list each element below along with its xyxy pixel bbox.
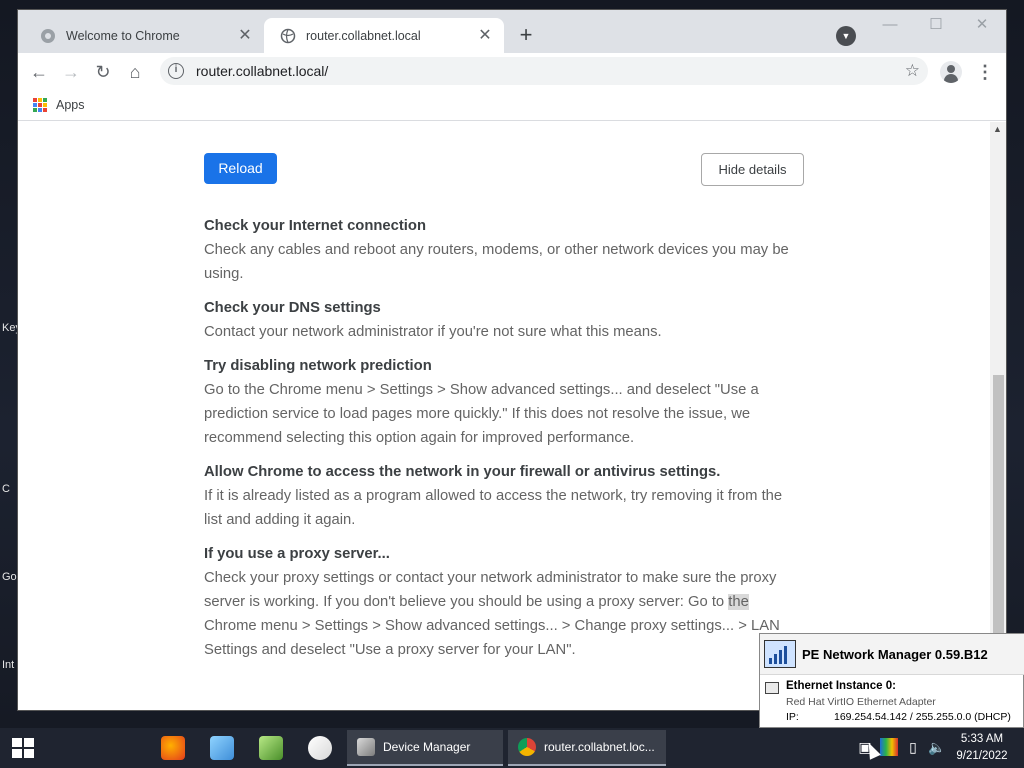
body-text: Check your proxy settings or contact you… — [204, 570, 777, 610]
popup-title: PE Network Manager 0.59.B12 — [802, 646, 988, 662]
device-manager-icon — [357, 738, 375, 756]
selected-text: the — [728, 594, 749, 610]
taskbar-item-device-manager[interactable]: Device Manager — [347, 730, 503, 766]
new-tab-button[interactable]: + — [514, 24, 538, 48]
toolbar: ← → ↻ ⌂ i router.collabnet.local/ ☆ ⋮ — [18, 53, 1006, 89]
suggestion-heading: Check your Internet connection — [204, 218, 426, 234]
bookmarks-bar: Apps — [18, 89, 1006, 121]
close-icon[interactable]: ✕ — [236, 27, 254, 45]
close-icon[interactable]: ✕ — [476, 27, 494, 45]
apps-grid-icon[interactable] — [33, 97, 47, 112]
bookmark-star-icon[interactable]: ☆ — [905, 61, 920, 81]
apps-grid-dot — [43, 102, 47, 107]
suggestion-heading: If you use a proxy server... — [204, 546, 390, 562]
clock-time: 5:33 AM — [960, 733, 1004, 745]
apps-grid-dot — [38, 102, 42, 107]
forward-icon[interactable]: → — [58, 59, 84, 85]
globe-icon — [280, 28, 296, 43]
info-icon[interactable]: i — [168, 63, 184, 79]
apps-grid-dot — [33, 107, 37, 112]
tab-welcome[interactable]: Welcome to Chrome ✕ — [24, 18, 264, 53]
close-window-icon[interactable]: ✕ — [964, 14, 1000, 36]
desktop-icon-label[interactable]: C — [2, 483, 10, 495]
apps-grid-dot — [38, 107, 42, 112]
profile-avatar-icon[interactable] — [940, 61, 962, 83]
notepad-icon[interactable] — [259, 736, 283, 760]
menu-icon[interactable]: ⋮ — [976, 61, 994, 83]
apps-grid-dot — [33, 97, 37, 102]
desktop-icon-label[interactable]: Go — [2, 571, 17, 583]
page-scrollbar[interactable]: ▲ — [990, 122, 1006, 710]
address-bar[interactable]: i router.collabnet.local/ ☆ — [160, 57, 928, 85]
start-button-icon[interactable] — [12, 738, 34, 758]
suggestion: Try disabling network prediction Go to t… — [204, 354, 804, 450]
suggestion-body: Check any cables and reboot any routers,… — [204, 242, 789, 282]
suggestion: Check your DNS settings Contact your net… — [204, 296, 804, 344]
page-content: Reload Hide details Check your Internet … — [18, 122, 990, 710]
network-manager-popup: PE Network Manager 0.59.B12 Ethernet Ins… — [759, 633, 1024, 728]
firefox-icon[interactable] — [161, 736, 185, 760]
back-icon[interactable]: ← — [26, 59, 52, 85]
suggestion-body: Contact your network administrator if yo… — [204, 324, 662, 340]
ip-label: IP: — [786, 711, 799, 723]
usb-tray-icon[interactable]: ▯ — [904, 738, 922, 756]
suggestions-list: Check your Internet connection Check any… — [204, 214, 804, 672]
tab-title: Welcome to Chrome — [66, 28, 180, 43]
tab-search-icon[interactable]: ▼ — [836, 26, 856, 46]
network-manager-icon — [764, 640, 796, 668]
explorer-icon[interactable] — [210, 736, 234, 760]
chrome-window: Welcome to Chrome ✕ router.collabnet.loc… — [18, 10, 1006, 710]
tab-router[interactable]: router.collabnet.local ✕ — [264, 18, 504, 53]
tab-strip: Welcome to Chrome ✕ router.collabnet.loc… — [18, 10, 1006, 53]
suggestion-heading: Check your DNS settings — [204, 300, 381, 316]
apps-bookmark[interactable]: Apps — [56, 98, 85, 112]
suggestion-heading: Allow Chrome to access the network in yo… — [204, 464, 721, 480]
address-text[interactable]: router.collabnet.local/ — [196, 63, 328, 79]
minimize-icon[interactable]: — — [872, 14, 908, 36]
chrome-icon — [518, 738, 536, 756]
paint-icon[interactable] — [308, 736, 332, 760]
suggestion: Check your Internet connection Check any… — [204, 214, 804, 286]
maximize-icon[interactable]: ☐ — [918, 14, 954, 36]
apps-grid-dot — [43, 107, 47, 112]
apps-grid-dot — [43, 97, 47, 102]
ethernet-icon — [765, 682, 779, 694]
clock[interactable]: 5:33 AM 9/21/2022 — [952, 731, 1012, 765]
suggestion-body: If it is already listed as a program all… — [204, 488, 783, 528]
task-label: Device Manager — [383, 740, 471, 754]
ip-value: 169.254.54.142 / 255.255.0.0 (DHCP) — [834, 711, 1011, 723]
reload-button[interactable]: Reload — [204, 153, 277, 184]
task-label: router.collabnet.loc... — [544, 740, 655, 754]
clock-date: 9/21/2022 — [956, 750, 1008, 762]
desktop-icon-label[interactable]: Int — [2, 659, 14, 671]
tab-title: router.collabnet.local — [306, 28, 421, 43]
volume-muted-icon[interactable]: 🔈 — [928, 738, 946, 756]
popup-header: PE Network Manager 0.59.B12 — [760, 634, 1024, 675]
suggestion-heading: Try disabling network prediction — [204, 358, 432, 374]
apps-grid-dot — [33, 102, 37, 107]
display-tray-icon[interactable] — [880, 738, 898, 756]
reload-icon[interactable]: ↻ — [90, 59, 116, 85]
hide-details-button[interactable]: Hide details — [701, 153, 804, 186]
taskbar-item-chrome[interactable]: router.collabnet.loc... — [508, 730, 666, 766]
suggestion: If you use a proxy server... Check your … — [204, 542, 804, 662]
body-text: Chrome menu > Settings > Show advanced s… — [204, 618, 780, 658]
chrome-icon — [41, 28, 55, 43]
suggestion-body: Go to the Chrome menu > Settings > Show … — [204, 382, 759, 446]
suggestion: Allow Chrome to access the network in yo… — [204, 460, 804, 532]
apps-grid-dot — [38, 97, 42, 102]
ethernet-instance: Ethernet Instance 0: — [786, 680, 896, 692]
adapter-name: Red Hat VirtIO Ethernet Adapter — [786, 696, 936, 708]
scroll-up-icon[interactable]: ▲ — [993, 124, 1002, 134]
home-icon[interactable]: ⌂ — [122, 59, 148, 85]
suggestion-body: Check your proxy settings or contact you… — [204, 566, 804, 662]
